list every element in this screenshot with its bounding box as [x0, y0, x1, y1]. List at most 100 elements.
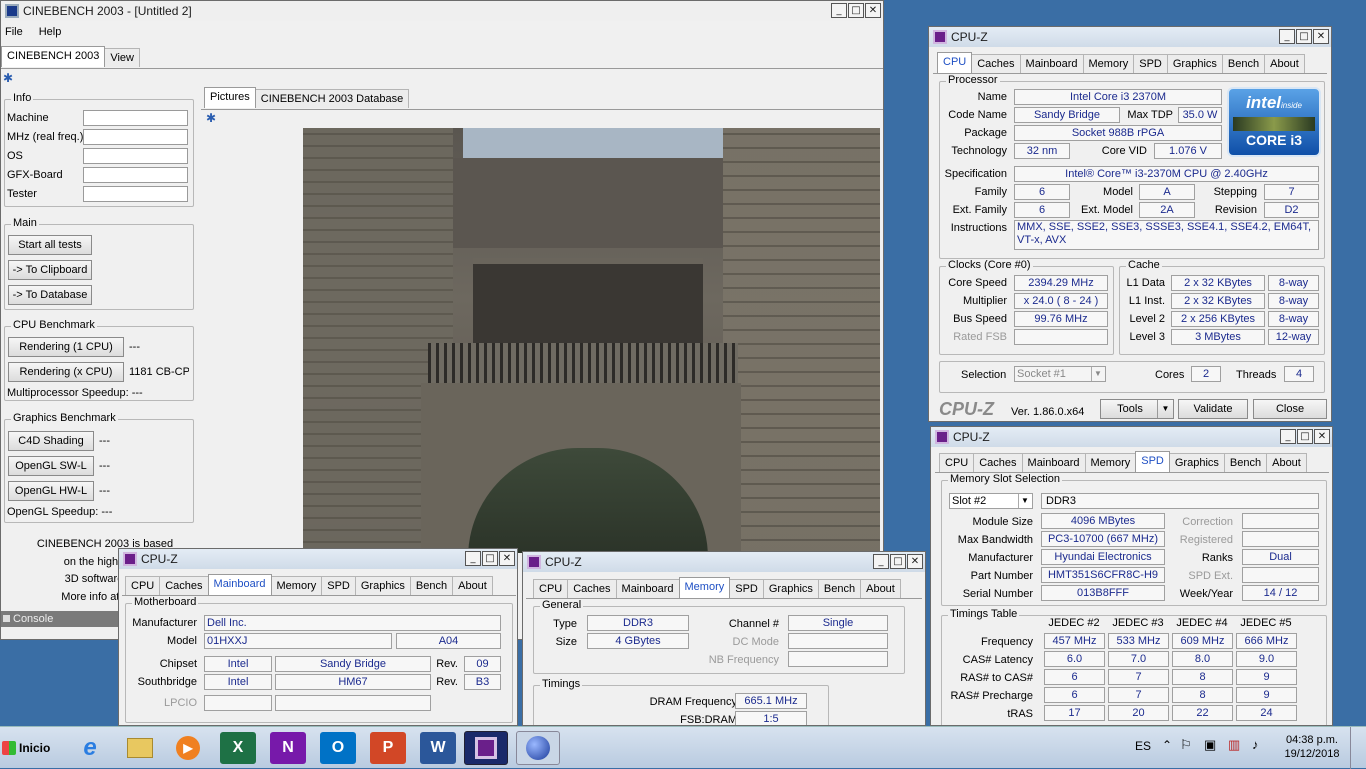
menu-file[interactable]: File — [5, 26, 23, 38]
tab-bench[interactable]: Bench — [1221, 54, 1266, 73]
device-icon[interactable]: ▣ — [1204, 737, 1216, 753]
tab-graphics[interactable]: Graphics — [1166, 54, 1223, 73]
start-all-tests-button[interactable]: Start all tests — [8, 235, 92, 255]
excel-icon[interactable]: X — [220, 732, 256, 764]
slot-select[interactable]: Slot #2 ▼ — [949, 493, 1033, 509]
maximize-button[interactable]: □ — [848, 3, 864, 18]
close-button[interactable]: ✕ — [499, 551, 515, 566]
tab-cpu[interactable]: CPU — [937, 52, 973, 73]
tab-about[interactable]: About — [1266, 453, 1307, 472]
tab-graphics[interactable]: Graphics — [1168, 453, 1225, 472]
tab-view[interactable]: View — [104, 48, 140, 67]
folder-icon — [127, 738, 153, 758]
rendering-1cpu-button[interactable]: Rendering (1 CPU) — [8, 337, 124, 357]
maximize-button[interactable]: □ — [1296, 29, 1312, 44]
tab-mainboard[interactable]: Mainboard — [207, 574, 272, 595]
tab-spd[interactable]: SPD — [729, 579, 764, 598]
close-button[interactable]: ✕ — [1313, 29, 1329, 44]
tab-bench[interactable]: Bench — [817, 579, 862, 598]
cpuz-titlebar[interactable]: CPU-Z _ □ ✕ — [931, 427, 1332, 447]
minimize-button[interactable]: _ — [1280, 429, 1296, 444]
opengl-sw-button[interactable]: OpenGL SW-L — [8, 456, 94, 476]
network-icon[interactable]: ▥ — [1228, 737, 1240, 753]
tab-spd[interactable]: SPD — [1133, 54, 1168, 73]
tab-database[interactable]: CINEBENCH 2003 Database — [254, 89, 410, 108]
validate-button[interactable]: Validate — [1178, 399, 1248, 419]
outlook-icon[interactable]: O — [320, 732, 356, 764]
close-button[interactable]: ✕ — [1314, 429, 1330, 444]
rendering-xcpu-button[interactable]: Rendering (x CPU) — [8, 362, 124, 382]
powerpoint-icon[interactable]: P — [370, 732, 406, 764]
tab-spd[interactable]: SPD — [321, 576, 356, 595]
maximize-button[interactable]: □ — [482, 551, 498, 566]
pin-icon[interactable]: ✱ — [3, 71, 13, 85]
cpuz-titlebar[interactable]: CPU-Z _ □ ✕ — [523, 552, 925, 572]
show-hidden-icons[interactable]: ⌃ — [1162, 738, 1172, 752]
media-player-icon[interactable]: ▶ — [170, 732, 206, 764]
tab-caches[interactable]: Caches — [567, 579, 617, 598]
tab-memory[interactable]: Memory — [270, 576, 323, 595]
tab-spd[interactable]: SPD — [1135, 451, 1170, 472]
tab-caches[interactable]: Caches — [159, 576, 209, 595]
tab-cpu[interactable]: CPU — [533, 579, 569, 598]
tab-about[interactable]: About — [860, 579, 901, 598]
start-button[interactable]: Inicio — [2, 733, 56, 763]
cinebench-taskbar-icon[interactable] — [516, 731, 560, 765]
tab-cpu[interactable]: CPU — [125, 576, 161, 595]
cinebench-titlebar[interactable]: CINEBENCH 2003 - [Untitled 2] _ □ ✕ — [1, 1, 883, 21]
tab-mainboard[interactable]: Mainboard — [1019, 54, 1084, 73]
tab-pictures[interactable]: Pictures — [204, 87, 256, 108]
tab-graphics[interactable]: Graphics — [354, 576, 411, 595]
minimize-button[interactable]: _ — [1279, 29, 1295, 44]
tab-mainboard[interactable]: Mainboard — [615, 579, 680, 598]
menu-help[interactable]: Help — [39, 26, 62, 38]
opengl-hw-button[interactable]: OpenGL HW-L — [8, 481, 94, 501]
tab-memory[interactable]: Memory — [678, 577, 731, 598]
tab-mainboard[interactable]: Mainboard — [1021, 453, 1086, 472]
tab-memory[interactable]: Memory — [1082, 54, 1135, 73]
flag-icon[interactable]: ⚐ — [1180, 737, 1192, 753]
volume-icon[interactable]: ♪ — [1252, 737, 1259, 752]
tools-button[interactable]: Tools ▼ — [1100, 399, 1174, 419]
to-database-button[interactable]: -> To Database — [8, 285, 92, 305]
machine-field[interactable] — [83, 110, 188, 126]
tab-graphics[interactable]: Graphics — [762, 579, 819, 598]
internet-explorer-icon[interactable]: e — [72, 732, 108, 764]
tab-bench[interactable]: Bench — [1223, 453, 1268, 472]
ratedfsb-label: Rated FSB — [953, 331, 1007, 343]
tab-about[interactable]: About — [1264, 54, 1305, 73]
close-button[interactable]: ✕ — [907, 554, 923, 569]
tab-caches[interactable]: Caches — [971, 54, 1021, 73]
minimize-button[interactable]: _ — [873, 554, 889, 569]
file-explorer-icon[interactable] — [122, 732, 158, 764]
minimize-button[interactable]: _ — [465, 551, 481, 566]
cpuz-titlebar[interactable]: CPU-Z _ □ ✕ — [929, 27, 1331, 47]
language-indicator[interactable]: ES — [1135, 739, 1151, 753]
maximize-button[interactable]: □ — [1297, 429, 1313, 444]
tester-field[interactable] — [83, 186, 188, 202]
show-desktop-button[interactable] — [1350, 727, 1366, 769]
minimize-button[interactable]: _ — [831, 3, 847, 18]
pin-icon[interactable]: ✱ — [206, 111, 216, 125]
tab-cinebench[interactable]: CINEBENCH 2003 — [1, 46, 106, 67]
tab-memory[interactable]: Memory — [1084, 453, 1137, 472]
os-field[interactable] — [83, 148, 188, 164]
tab-bench[interactable]: Bench — [409, 576, 454, 595]
close-window-button[interactable]: Close — [1253, 399, 1327, 419]
cpuz-titlebar[interactable]: CPU-Z _ □ ✕ — [119, 549, 517, 569]
close-button[interactable]: ✕ — [865, 3, 881, 18]
to-clipboard-button[interactable]: -> To Clipboard — [8, 260, 92, 280]
tab-caches[interactable]: Caches — [973, 453, 1023, 472]
cpuz-taskbar-icon[interactable] — [464, 731, 508, 765]
mhz-field[interactable] — [83, 129, 188, 145]
tab-about[interactable]: About — [452, 576, 493, 595]
word-icon[interactable]: W — [420, 732, 456, 764]
gfx-field[interactable] — [83, 167, 188, 183]
c4d-shading-button[interactable]: C4D Shading — [8, 431, 94, 451]
socket-select[interactable]: Socket #1 ▼ — [1014, 366, 1106, 382]
clock[interactable]: 04:38 p.m. 19/12/2018 — [1280, 733, 1344, 761]
tab-cpu[interactable]: CPU — [939, 453, 975, 472]
maximize-button[interactable]: □ — [890, 554, 906, 569]
onenote-icon[interactable]: N — [270, 732, 306, 764]
cpuz-spd-window: CPU-Z _ □ ✕ CPU Caches Mainboard Memory SP… — [930, 426, 1333, 726]
